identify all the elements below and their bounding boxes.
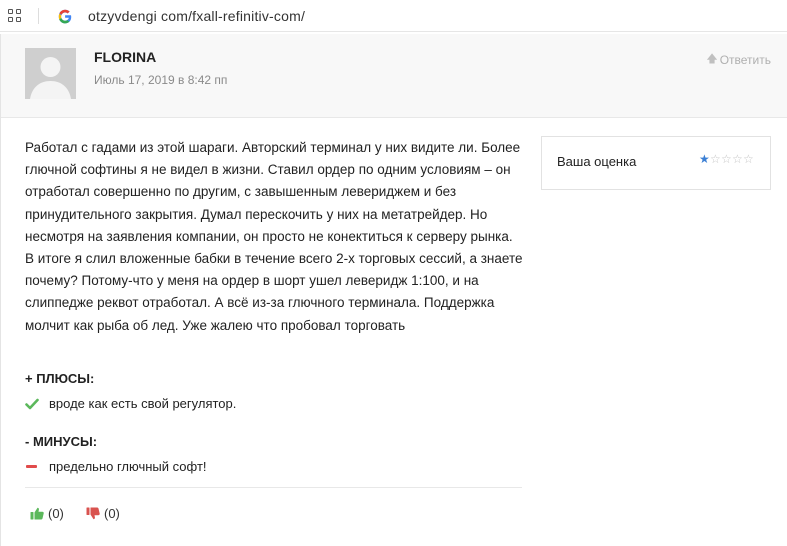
thumbs-down-icon xyxy=(86,507,100,520)
cons-title: - МИНУСЫ: xyxy=(25,434,98,449)
star-empty-icon[interactable]: ☆ xyxy=(710,152,721,166)
comment-header: FLORINA Июль 17, 2019 в 8:42 пп 🡅 Ответи… xyxy=(1,34,787,118)
check-icon xyxy=(25,398,39,409)
thumbs-up-icon xyxy=(30,507,44,520)
comment-body: Работал с гадами из этой шараги. Авторск… xyxy=(25,140,523,333)
comment-card: FLORINA Июль 17, 2019 в 8:42 пп 🡅 Ответи… xyxy=(0,34,787,546)
divider xyxy=(25,487,522,488)
cons-text: предельно глючный софт! xyxy=(49,459,207,474)
apps-grid-icon[interactable] xyxy=(8,9,21,22)
pros-item: вроде как есть свой регулятор. xyxy=(25,396,236,411)
dislike-count: (0) xyxy=(104,506,120,521)
cons-item: предельно глючный софт! xyxy=(25,459,207,474)
comment-date: Июль 17, 2019 в 8:42 пп xyxy=(94,73,228,87)
minus-icon xyxy=(26,465,37,468)
pros-title: + ПЛЮСЫ: xyxy=(25,371,95,386)
toolbar-separator xyxy=(38,8,39,24)
rating-stars[interactable]: ★ ☆ ☆ ☆ ☆ xyxy=(699,152,754,166)
browser-toolbar: otzyvdengi com/fxall-refinitiv-com/ xyxy=(0,0,787,32)
reply-button[interactable]: 🡅 Ответить xyxy=(706,50,771,69)
like-button[interactable]: (0) xyxy=(30,506,64,521)
star-empty-icon[interactable]: ☆ xyxy=(732,152,743,166)
reply-label: Ответить xyxy=(719,52,771,67)
star-filled-icon[interactable]: ★ xyxy=(699,152,710,166)
rating-box: Ваша оценка ★ ☆ ☆ ☆ ☆ xyxy=(541,136,771,190)
star-empty-icon[interactable]: ☆ xyxy=(743,152,754,166)
arrow-up-icon: 🡅 xyxy=(706,53,718,65)
comment-author[interactable]: FLORINA xyxy=(94,49,156,65)
like-count: (0) xyxy=(48,506,64,521)
avatar xyxy=(25,48,76,99)
star-empty-icon[interactable]: ☆ xyxy=(721,152,732,166)
google-g-icon xyxy=(57,7,73,25)
pros-text: вроде как есть свой регулятор. xyxy=(49,396,237,411)
rating-label: Ваша оценка xyxy=(557,154,637,169)
dislike-button[interactable]: (0) xyxy=(86,506,120,521)
address-bar-url[interactable]: otzyvdengi com/fxall-refinitiv-com/ xyxy=(88,8,305,24)
